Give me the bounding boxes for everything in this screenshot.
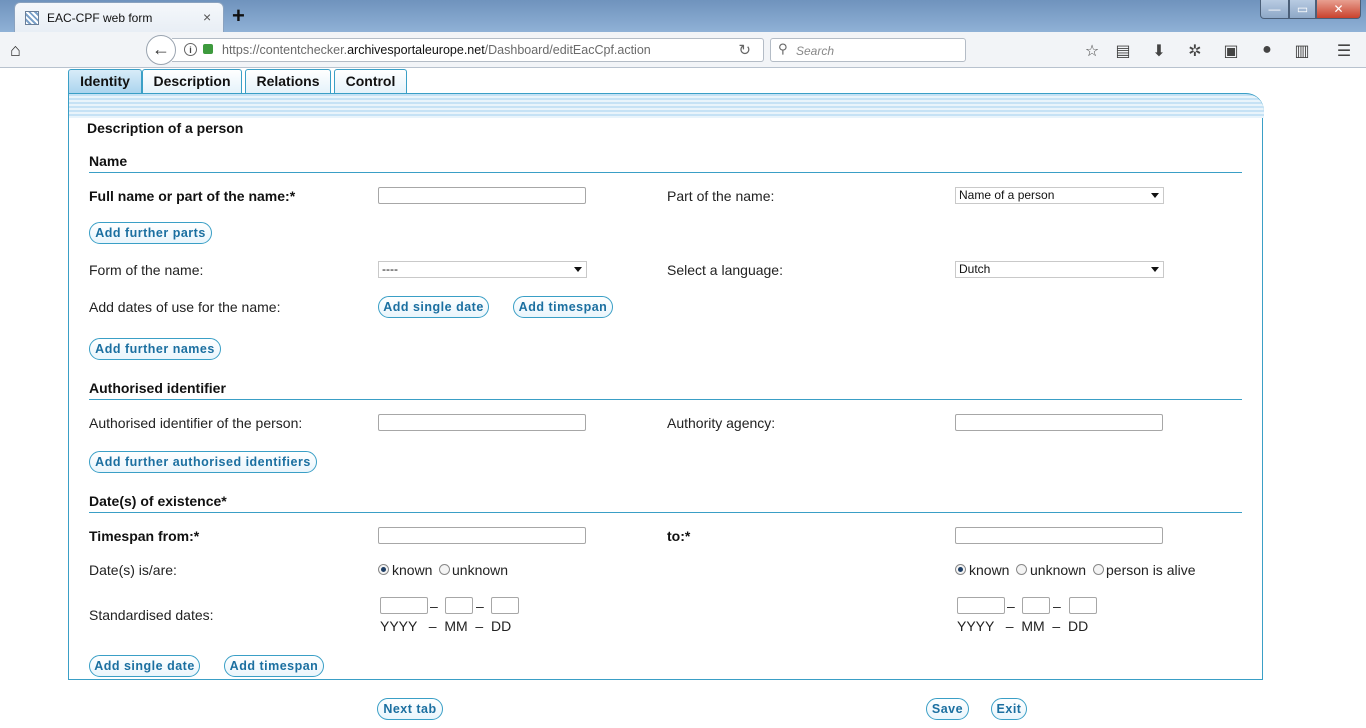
- to-unknown-radio[interactable]: [1016, 564, 1027, 575]
- to-alive-radio[interactable]: [1093, 564, 1104, 575]
- dropdown-arrow-icon: [1151, 267, 1159, 272]
- url-text[interactable]: https://contentchecker.archivesportaleur…: [222, 43, 651, 57]
- add-further-parts-button[interactable]: Add further parts: [89, 222, 212, 244]
- timespan-to-input[interactable]: [955, 527, 1163, 544]
- tab-description[interactable]: Description: [142, 69, 242, 94]
- tab-title: EAC-CPF web form: [47, 11, 153, 25]
- sidebar-icon[interactable]: ▣: [1221, 41, 1241, 61]
- from-year-input[interactable]: [380, 597, 428, 614]
- from-known-label: known: [392, 562, 433, 578]
- search-input[interactable]: ⚲ Search: [770, 38, 966, 62]
- to-unknown-label: unknown: [1030, 562, 1087, 578]
- tab-control[interactable]: Control: [334, 69, 407, 94]
- url-bar[interactable]: i https://contentchecker.archivesportale…: [172, 38, 764, 62]
- part-of-name-value: Name of a person: [959, 188, 1055, 202]
- from-date-format: YYYY – MM – DD: [380, 618, 512, 634]
- full-name-input[interactable]: [378, 187, 586, 204]
- panel-header: [69, 93, 1264, 118]
- timespan-from-input[interactable]: [378, 527, 586, 544]
- form-of-name-label: Form of the name:: [89, 262, 204, 278]
- reading-list-icon[interactable]: ▤: [1113, 41, 1133, 61]
- search-icon: ⚲: [778, 41, 788, 56]
- timespan-to-label: to:*: [667, 528, 691, 544]
- add-single-date-button[interactable]: Add single date: [378, 296, 489, 318]
- authority-agency-label: Authority agency:: [667, 415, 776, 431]
- existence-add-single-date-button[interactable]: Add single date: [89, 655, 200, 677]
- exit-button[interactable]: Exit: [991, 698, 1027, 720]
- from-unknown-label: unknown: [452, 562, 509, 578]
- browser-titlebar: EAC-CPF web form × + — ▭ ✕: [0, 0, 1366, 32]
- reload-icon[interactable]: ↻: [738, 41, 751, 59]
- to-known-label: known: [969, 562, 1010, 578]
- tab-close-icon[interactable]: ×: [203, 9, 211, 25]
- addon-icon[interactable]: ●: [1257, 41, 1277, 59]
- identifier-label: Authorised identifier of the person:: [89, 415, 303, 431]
- back-button[interactable]: ←: [146, 35, 176, 65]
- browser-tab[interactable]: EAC-CPF web form ×: [14, 2, 224, 32]
- dates-are-label: Date(s) is/are:: [89, 562, 177, 578]
- language-value: Dutch: [959, 262, 991, 276]
- to-year-input[interactable]: [957, 597, 1005, 614]
- home-icon[interactable]: ⌂: [10, 40, 21, 61]
- search-placeholder: Search: [796, 44, 835, 58]
- full-name-label: Full name or part of the name:*: [89, 188, 296, 204]
- window-minimize-button[interactable]: —: [1260, 0, 1289, 19]
- standardised-dates-label: Standardised dates:: [89, 607, 214, 623]
- part-of-name-select[interactable]: Name of a person: [955, 187, 1164, 204]
- dropdown-arrow-icon: [1151, 193, 1159, 198]
- to-date-format: YYYY – MM – DD: [957, 618, 1089, 634]
- extension-icon[interactable]: ✲: [1185, 41, 1205, 61]
- existence-add-timespan-button[interactable]: Add timespan: [224, 655, 324, 677]
- language-select[interactable]: Dutch: [955, 261, 1164, 278]
- page-favicon-icon: [25, 11, 39, 25]
- from-unknown-radio[interactable]: [439, 564, 450, 575]
- browser-navbar: ⌂ i https://contentchecker.archivesporta…: [0, 32, 1366, 68]
- bookmark-star-icon[interactable]: ☆: [1082, 41, 1102, 61]
- from-day-input[interactable]: [491, 597, 519, 614]
- new-tab-icon[interactable]: +: [232, 3, 245, 29]
- info-icon[interactable]: i: [184, 43, 197, 56]
- dates-of-use-label: Add dates of use for the name:: [89, 299, 281, 315]
- from-known-radio[interactable]: [378, 564, 389, 575]
- lock-icon[interactable]: [203, 44, 213, 54]
- library-icon[interactable]: ▥: [1292, 41, 1312, 61]
- identifier-section-title: Authorised identifier: [89, 380, 1242, 400]
- window-close-button[interactable]: ✕: [1316, 0, 1361, 19]
- existence-section-title: Date(s) of existence*: [89, 493, 1242, 513]
- timespan-from-label: Timespan from:*: [89, 528, 200, 544]
- download-icon[interactable]: ⬇: [1149, 41, 1169, 61]
- form-of-name-select[interactable]: ----: [378, 261, 587, 278]
- to-month-input[interactable]: [1022, 597, 1050, 614]
- to-alive-label: person is alive: [1106, 562, 1196, 578]
- save-button[interactable]: Save: [926, 698, 969, 720]
- name-section-title: Name: [89, 153, 1242, 173]
- language-label: Select a language:: [667, 262, 783, 278]
- to-day-input[interactable]: [1069, 597, 1097, 614]
- to-known-radio[interactable]: [955, 564, 966, 575]
- date-separator: –: [1007, 598, 1015, 614]
- form-of-name-value: ----: [382, 262, 398, 276]
- add-further-identifiers-button[interactable]: Add further authorised identifiers: [89, 451, 317, 473]
- tab-identity[interactable]: Identity: [68, 69, 142, 94]
- add-timespan-button[interactable]: Add timespan: [513, 296, 613, 318]
- part-of-name-label: Part of the name:: [667, 188, 775, 204]
- date-separator: –: [1053, 598, 1061, 614]
- form-heading: Description of a person: [87, 120, 244, 136]
- identifier-input[interactable]: [378, 414, 586, 431]
- authority-agency-input[interactable]: [955, 414, 1163, 431]
- date-separator: –: [430, 598, 438, 614]
- date-separator: –: [476, 598, 484, 614]
- menu-icon[interactable]: ☰: [1334, 41, 1354, 61]
- dropdown-arrow-icon: [574, 267, 582, 272]
- from-month-input[interactable]: [445, 597, 473, 614]
- add-further-names-button[interactable]: Add further names: [89, 338, 221, 360]
- tab-relations[interactable]: Relations: [245, 69, 331, 94]
- next-tab-button[interactable]: Next tab: [377, 698, 443, 720]
- window-maximize-button[interactable]: ▭: [1289, 0, 1316, 19]
